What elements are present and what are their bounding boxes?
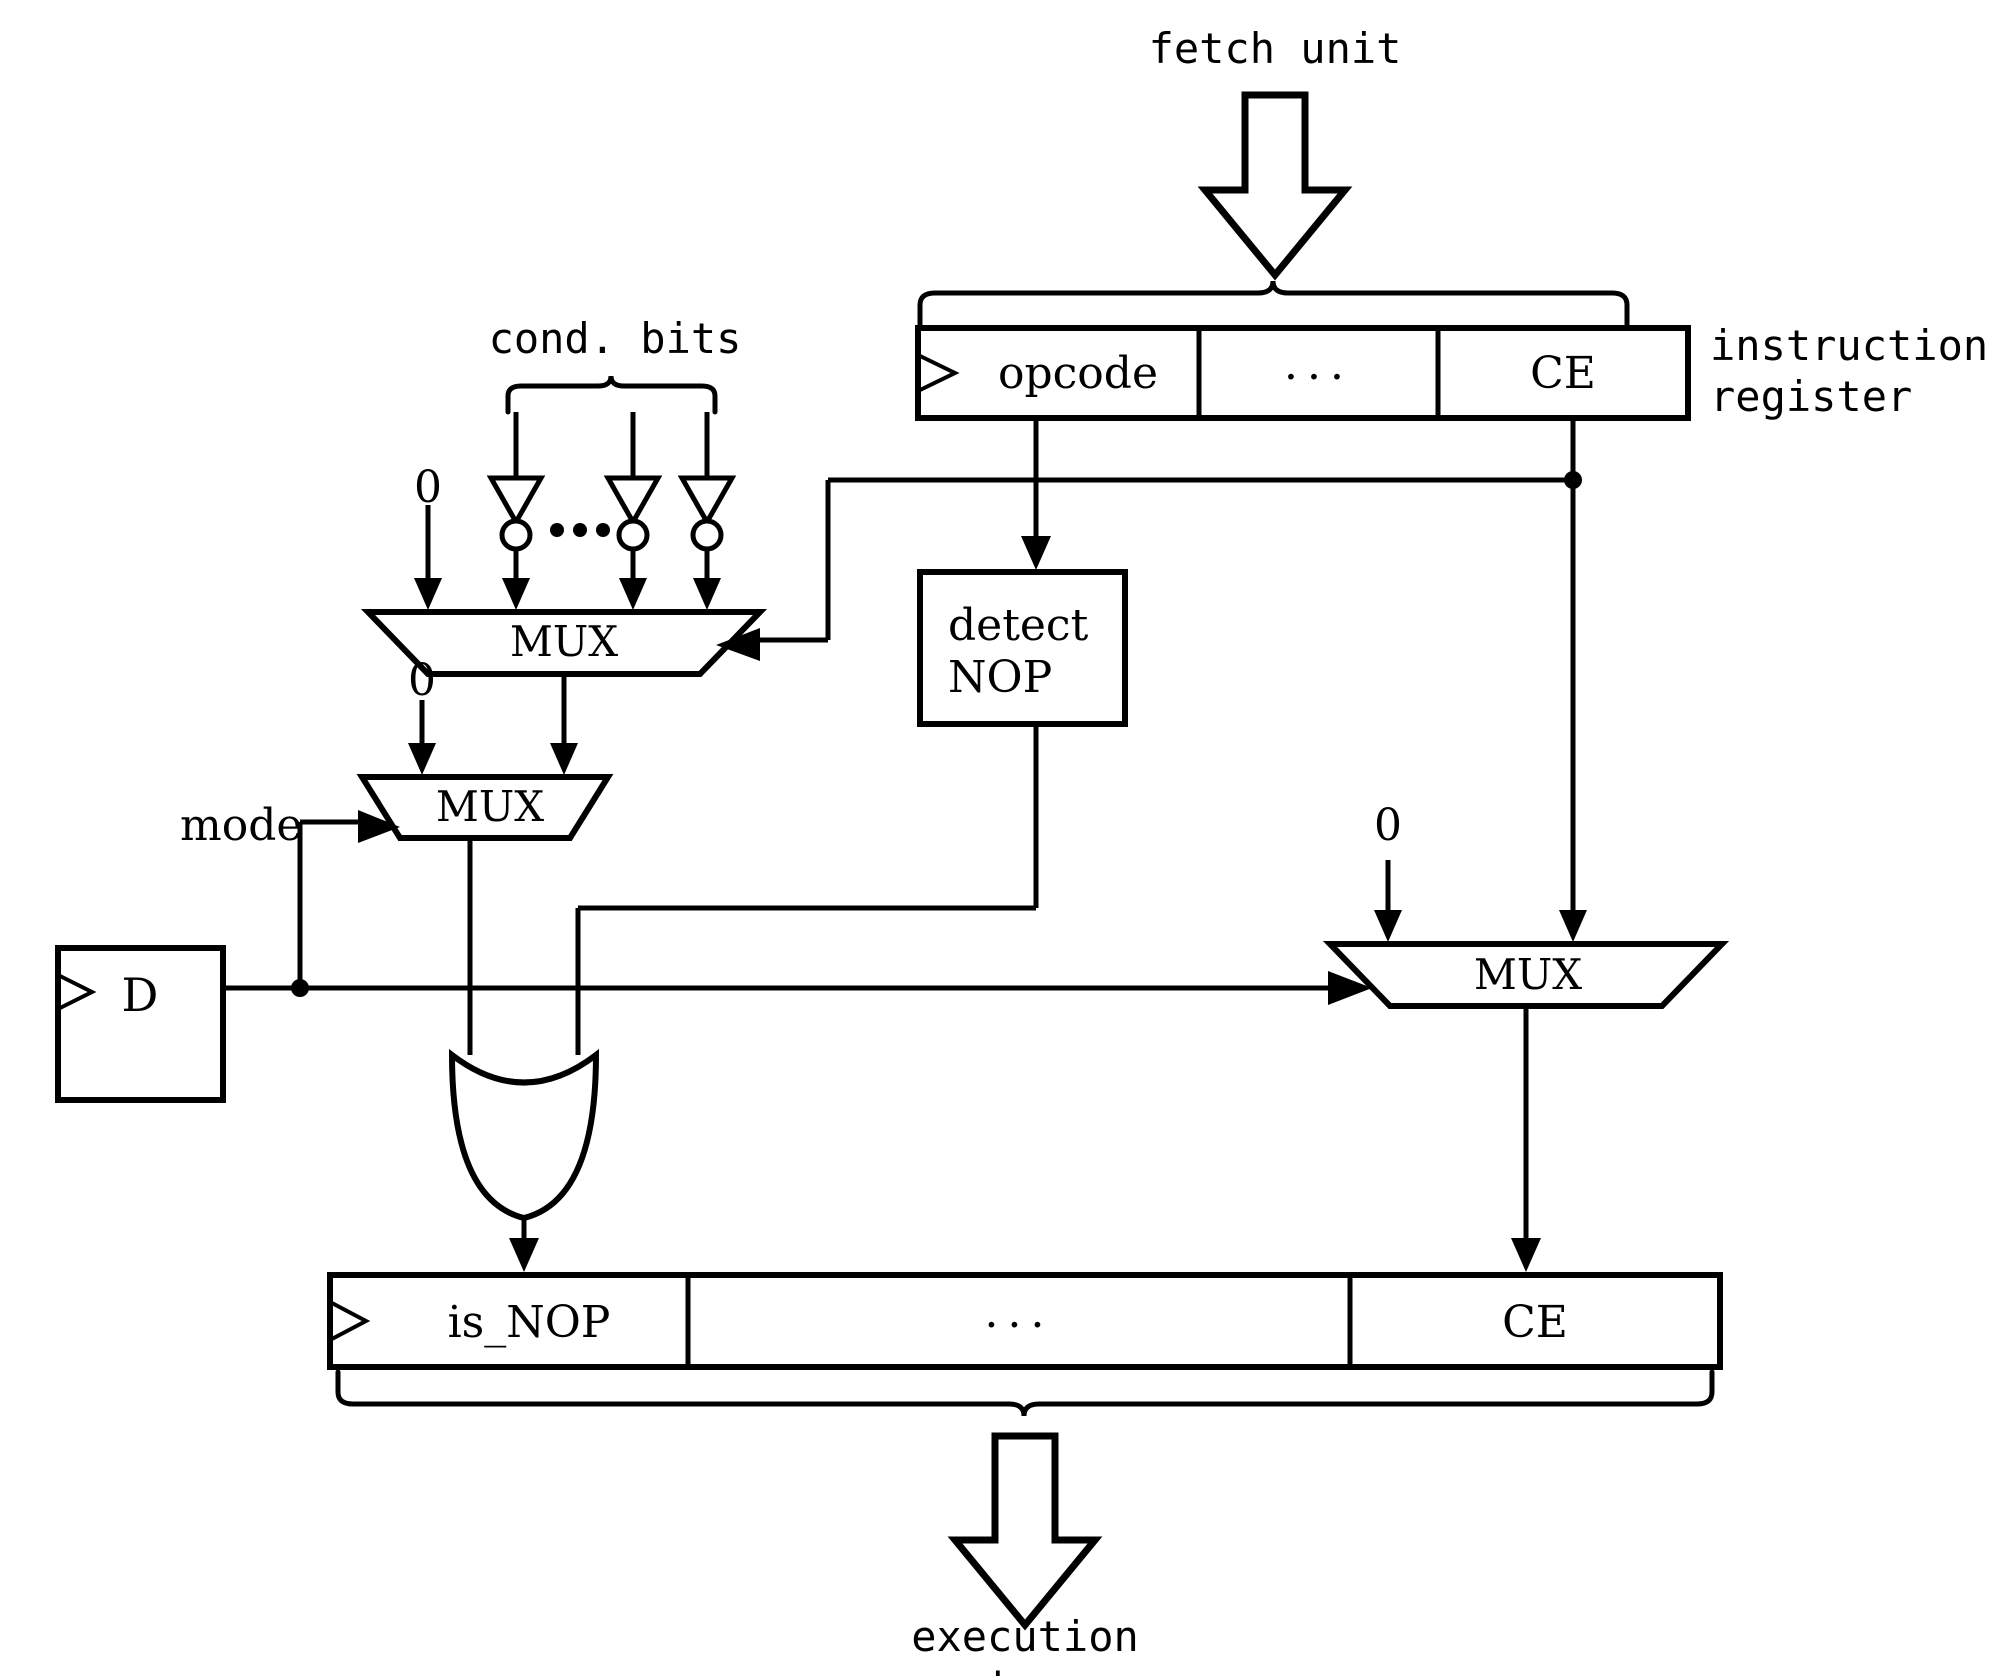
cond-bits-wires bbox=[513, 412, 710, 478]
mode-mux-zero-label: 0 bbox=[408, 655, 436, 706]
detect-nop-line2: NOP bbox=[948, 651, 1053, 703]
instruction-register-brace bbox=[917, 280, 1630, 328]
cond-mux-output-wire bbox=[550, 674, 578, 775]
ir-field-opcode: opcode bbox=[998, 348, 1158, 399]
ir-field-ellipsis: ··· bbox=[1284, 352, 1353, 403]
execution-stage-block-arrow bbox=[947, 1432, 1103, 1631]
dff-output-bus bbox=[223, 971, 1372, 1005]
inverter-2 bbox=[603, 475, 663, 552]
instruction-register-label-line2: register bbox=[1710, 372, 1913, 422]
cond-mux-zero-label: 0 bbox=[414, 462, 442, 513]
ce-select-wire bbox=[716, 418, 1582, 661]
or-gate bbox=[448, 1048, 600, 1272]
detect-nop-box bbox=[575, 418, 1128, 1055]
ce-mux-zero-wire bbox=[1374, 860, 1402, 942]
inverter-1 bbox=[486, 475, 546, 552]
detect-nop-line1: detect bbox=[948, 600, 1089, 651]
pipeline-field-ellipsis: ··· bbox=[984, 1300, 1054, 1351]
diagram-canvas: fetch unit opcode ··· CE instruction reg… bbox=[0, 0, 2000, 1676]
mode-mux-label: MUX bbox=[435, 782, 545, 831]
d-flip-flop-label: D bbox=[121, 968, 159, 1022]
cond-bits-brace bbox=[505, 375, 718, 415]
ce-mux-label: MUX bbox=[1473, 950, 1583, 999]
cond-mux-input-wires bbox=[414, 505, 721, 610]
execution-stage-label: execution stage bbox=[911, 1612, 1139, 1676]
cond-bits-ellipsis bbox=[550, 523, 610, 537]
detect-nop-label: detect NOP bbox=[948, 600, 1088, 704]
pipeline-field-ce: CE bbox=[1502, 1297, 1568, 1348]
mode-mux-zero-wire bbox=[408, 700, 436, 775]
ir-field-ce: CE bbox=[1530, 348, 1596, 399]
fetch-unit-label: fetch unit bbox=[1148, 24, 1402, 73]
pipeline-register-brace bbox=[335, 1369, 1715, 1417]
mode-signal-label: mode bbox=[180, 800, 303, 851]
fetch-unit-block-arrow bbox=[1197, 91, 1353, 281]
cond-bits-label: cond. bits bbox=[488, 314, 742, 363]
instruction-register-label: instruction register bbox=[1710, 320, 1988, 422]
ce-mux-input-wire bbox=[1559, 480, 1587, 942]
inverter-3 bbox=[677, 475, 737, 552]
cond-mux-label: MUX bbox=[509, 617, 619, 666]
instruction-register-label-line1: instruction bbox=[1710, 321, 1989, 370]
pipeline-field-is-nop: is_NOP bbox=[447, 1297, 611, 1348]
mode-select-wire bbox=[297, 810, 400, 988]
ce-mux-zero-label: 0 bbox=[1374, 800, 1402, 851]
